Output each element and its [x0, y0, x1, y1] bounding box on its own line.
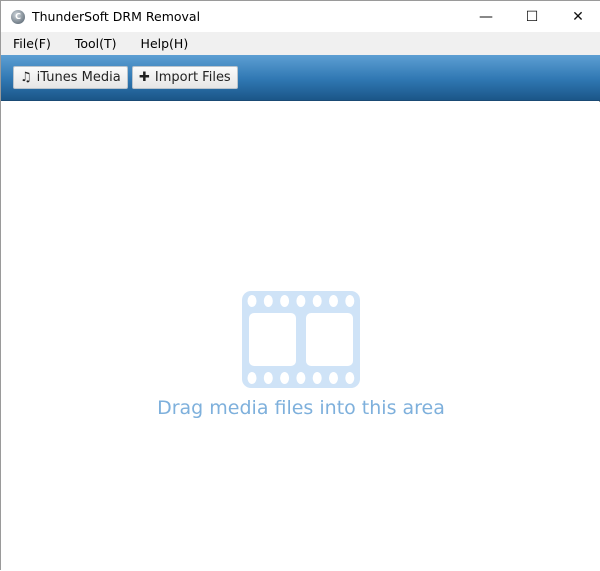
close-button[interactable]: ✕ — [555, 1, 600, 32]
plus-icon: ✚ — [139, 70, 150, 85]
film-hole — [247, 295, 257, 307]
film-hole — [280, 295, 290, 307]
film-hole — [345, 295, 355, 307]
menu-help[interactable]: Help(H) — [141, 36, 189, 51]
maximize-button[interactable]: ☐ — [509, 1, 555, 32]
minimize-button[interactable]: — — [463, 1, 509, 32]
import-files-button[interactable]: ✚ Import Files — [132, 66, 238, 89]
window-title: ThunderSoft DRM Removal — [32, 9, 201, 24]
app-icon: C — [11, 9, 25, 24]
film-hole — [329, 295, 338, 307]
film-hole — [296, 295, 306, 307]
film-hole — [312, 372, 322, 384]
drop-hint-text: Drag media files into this area — [157, 397, 445, 419]
menu-file[interactable]: File(F) — [13, 36, 51, 51]
film-hole — [329, 372, 338, 384]
music-note-icon: ♫ — [20, 70, 32, 85]
toolbar: ♫ iTunes Media ✚ Import Files — [1, 55, 600, 101]
import-files-label: Import Files — [154, 70, 231, 85]
menu-tool[interactable]: Tool(T) — [75, 36, 117, 51]
film-icon — [242, 291, 360, 388]
film-hole — [345, 372, 355, 384]
film-hole — [263, 295, 273, 307]
itunes-media-button[interactable]: ♫ iTunes Media — [13, 66, 128, 89]
title-bar: C ThunderSoft DRM Removal — ☐ ✕ — [1, 1, 600, 32]
itunes-media-label: iTunes Media — [36, 70, 121, 85]
menu-bar: File(F) Tool(T) Help(H) — [1, 32, 600, 55]
film-hole — [263, 372, 273, 384]
film-hole — [280, 372, 290, 384]
film-hole — [247, 372, 257, 384]
film-hole — [296, 372, 306, 384]
film-hole — [312, 295, 322, 307]
